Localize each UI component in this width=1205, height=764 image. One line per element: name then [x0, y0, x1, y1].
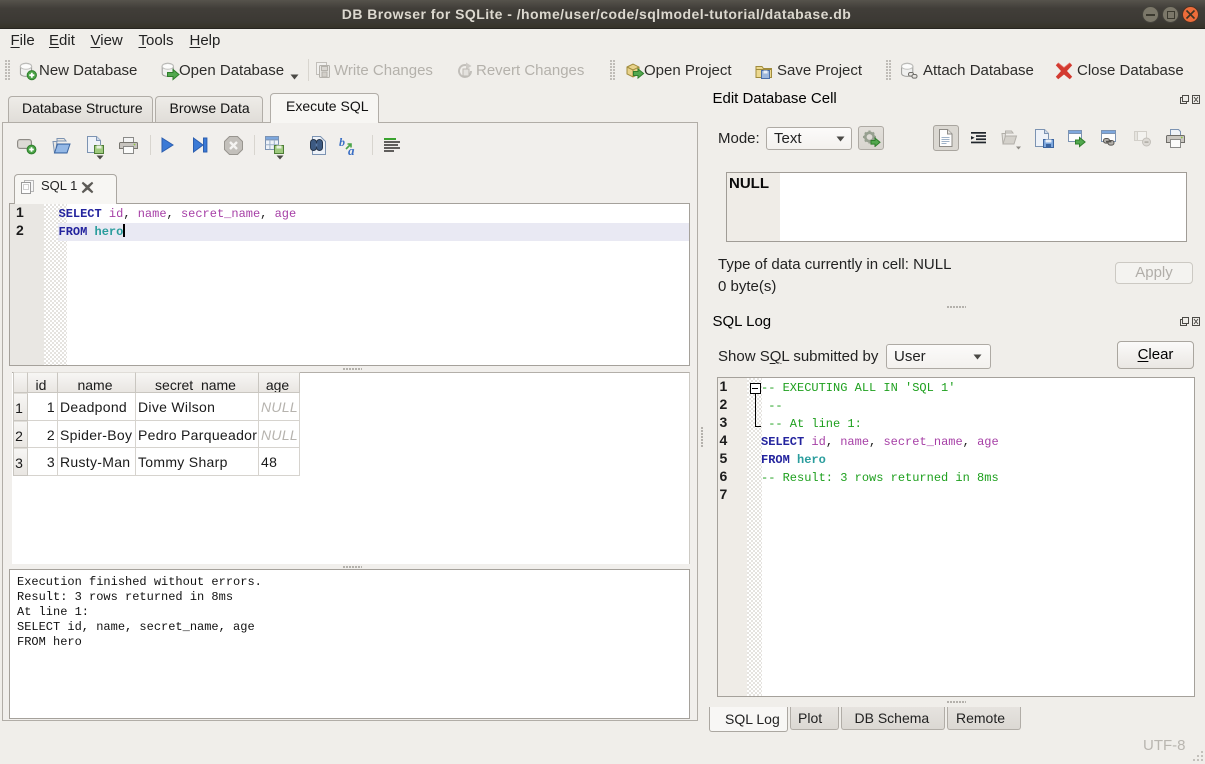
- svg-text:b: b: [339, 136, 345, 149]
